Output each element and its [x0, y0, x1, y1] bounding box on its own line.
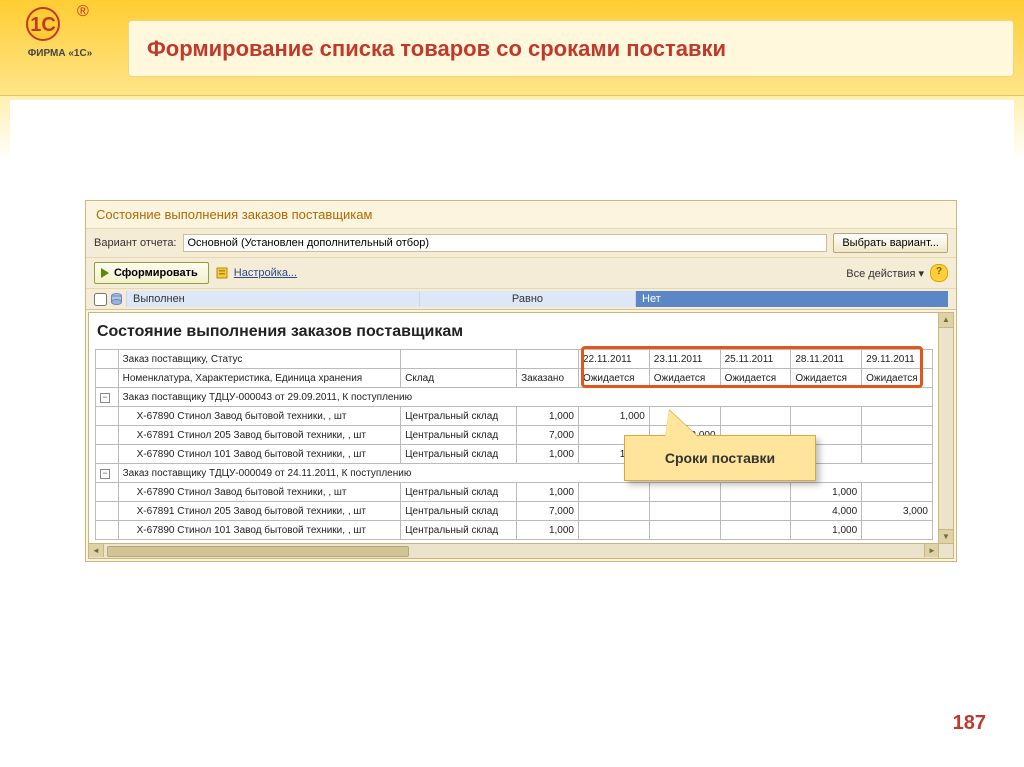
col-date: 23.11.2011 [649, 350, 720, 369]
settings-icon [215, 266, 229, 280]
callout-text: Сроки поставки [665, 450, 775, 466]
choose-variant-button[interactable]: Выбрать вариант... [833, 233, 948, 253]
col-expected: Ожидается [862, 369, 933, 388]
filter-checkbox[interactable] [94, 293, 107, 306]
col-date: 28.11.2011 [791, 350, 862, 369]
form-button[interactable]: Сформировать [94, 262, 209, 284]
table-row[interactable]: Х-67890 Стинол 101 Завод бытовой техники… [96, 521, 933, 540]
report-window-title: Состояние выполнения заказов поставщикам [86, 201, 956, 228]
col-date: 29.11.2011 [862, 350, 933, 369]
callout-box: Сроки поставки [624, 435, 816, 481]
logo-subtitle: ФИРМА «1С» [10, 48, 110, 59]
filter-field-cell[interactable]: Выполнен [126, 291, 419, 307]
report-window: Состояние выполнения заказов поставщикам… [85, 200, 957, 562]
col-expected: Ожидается [578, 369, 649, 388]
col-expected: Ожидается [791, 369, 862, 388]
page-number: 187 [953, 712, 986, 735]
settings-link[interactable]: Настройка... [234, 267, 297, 279]
svg-text:®: ® [77, 3, 89, 20]
callout-pointer-icon [665, 410, 699, 438]
toolbar: Сформировать Настройка... Все действия ▾… [86, 258, 956, 289]
help-button[interactable]: ? [930, 264, 948, 282]
filter-value-cell[interactable]: Нет [635, 291, 948, 307]
collapse-icon[interactable]: − [100, 469, 110, 479]
logo-1c: 1C ® ФИРМА «1С» [10, 2, 110, 59]
col-expected: Ожидается [649, 369, 720, 388]
play-icon [101, 268, 109, 278]
col-expected: Ожидается [720, 369, 791, 388]
table-row[interactable]: Х-67890 Стинол Завод бытовой техники, , … [96, 407, 933, 426]
variant-label: Вариант отчета: [94, 237, 177, 249]
filter-row: Выполнен Равно Нет [86, 289, 956, 310]
table-group-row[interactable]: −Заказ поставщику ТДЦУ-000043 от 29.09.2… [96, 388, 933, 407]
all-actions-menu[interactable]: Все действия ▾ [846, 267, 924, 280]
collapse-icon[interactable]: − [100, 393, 110, 403]
vertical-scrollbar[interactable]: ▲ ▼ [938, 313, 953, 544]
slide-banner: 1C ® ФИРМА «1С» Формирование списка това… [0, 0, 1024, 96]
svg-text:1C: 1C [30, 14, 56, 36]
report-grid: Состояние выполнения заказов поставщикам… [88, 312, 954, 559]
col-date: 25.11.2011 [720, 350, 791, 369]
col-date: 22.11.2011 [578, 350, 649, 369]
scroll-up-icon[interactable]: ▲ [939, 313, 953, 328]
banner-title: Формирование списка товаров со сроками п… [147, 36, 726, 62]
col-sklad: Склад [401, 369, 517, 388]
table-row[interactable]: Х-67890 Стинол Завод бытовой техники, , … [96, 483, 933, 502]
scroll-left-icon[interactable]: ◄ [89, 544, 104, 557]
scroll-thumb[interactable] [107, 546, 409, 557]
logo-1c-icon: 1C ® [25, 2, 95, 50]
col-zakaz: Заказано [517, 369, 579, 388]
filter-op-cell[interactable]: Равно [419, 291, 635, 307]
col-nomen: Номенклатура, Характеристика, Единица хр… [118, 369, 401, 388]
variant-row: Вариант отчета: Выбрать вариант... [86, 228, 956, 258]
col-order: Заказ поставщику, Статус [118, 350, 401, 369]
scroll-down-icon[interactable]: ▼ [939, 529, 953, 544]
report-title: Состояние выполнения заказов поставщикам [95, 317, 933, 349]
variant-input[interactable] [183, 234, 828, 252]
scroll-right-icon[interactable]: ► [924, 544, 939, 557]
filter-icon [111, 293, 122, 305]
scroll-corner [938, 543, 953, 558]
banner-inner: Формирование списка товаров со сроками п… [128, 20, 1014, 77]
horizontal-scrollbar[interactable]: ◄ ► [89, 543, 939, 558]
form-button-label: Сформировать [114, 267, 198, 279]
slide-body: Состояние выполнения заказов поставщикам… [10, 100, 1014, 757]
table-row[interactable]: Х-67891 Стинол 205 Завод бытовой техники… [96, 502, 933, 521]
